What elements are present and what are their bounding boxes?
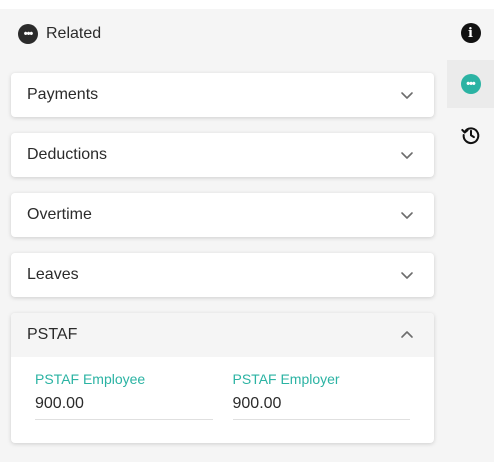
field-label: PSTAF Employee bbox=[35, 371, 146, 387]
section-title: Overtime bbox=[27, 206, 92, 223]
pstaf-body: PSTAF Employee 900.00 PSTAF Employer 900… bbox=[11, 357, 434, 443]
pstaf-employee-field: PSTAF Employee 900.00 bbox=[35, 371, 213, 443]
field-value: 900.00 bbox=[35, 395, 213, 420]
rail-info-button[interactable]: i bbox=[447, 9, 494, 57]
rail-history-button[interactable] bbox=[447, 111, 494, 159]
right-rail: i ••• bbox=[447, 9, 494, 462]
section-header[interactable]: Payments bbox=[11, 73, 434, 117]
related-icon: ••• bbox=[460, 74, 481, 94]
history-icon bbox=[460, 124, 482, 146]
chevron-down-icon[interactable] bbox=[400, 208, 414, 222]
rail-related-button[interactable]: ••• bbox=[447, 60, 494, 108]
more-horizontal-icon: ••• bbox=[18, 24, 38, 44]
pstaf-employer-field: PSTAF Employer 900.00 bbox=[232, 371, 410, 443]
related-header: ••• Related bbox=[0, 9, 447, 59]
chevron-down-icon[interactable] bbox=[400, 148, 414, 162]
section-title: Leaves bbox=[27, 266, 79, 283]
info-icon: i bbox=[460, 23, 481, 43]
chevron-up-icon[interactable] bbox=[400, 328, 414, 342]
main-panel: ••• Related Payments Deductions Overtime bbox=[0, 0, 447, 462]
section-header[interactable]: Leaves bbox=[11, 253, 434, 297]
section-title: PSTAF bbox=[27, 326, 78, 343]
section-header[interactable]: PSTAF bbox=[11, 313, 434, 357]
section-header[interactable]: Overtime bbox=[11, 193, 434, 237]
chevron-down-icon[interactable] bbox=[400, 268, 414, 282]
related-title: Related bbox=[46, 25, 102, 42]
sections-list: Payments Deductions Overtime Leaves PSTA… bbox=[0, 59, 447, 462]
field-value: 900.00 bbox=[232, 395, 410, 420]
section-payments[interactable]: Payments bbox=[11, 73, 434, 117]
section-title: Payments bbox=[27, 86, 99, 103]
section-title: Deductions bbox=[27, 146, 108, 163]
chevron-down-icon[interactable] bbox=[400, 88, 414, 102]
section-deductions[interactable]: Deductions bbox=[11, 133, 434, 177]
section-pstaf: PSTAF PSTAF Employee 900.00 PSTAF Employ… bbox=[11, 313, 434, 443]
section-overtime[interactable]: Overtime bbox=[11, 193, 434, 237]
section-header[interactable]: Deductions bbox=[11, 133, 434, 177]
section-leaves[interactable]: Leaves bbox=[11, 253, 434, 297]
field-label: PSTAF Employer bbox=[232, 371, 340, 387]
